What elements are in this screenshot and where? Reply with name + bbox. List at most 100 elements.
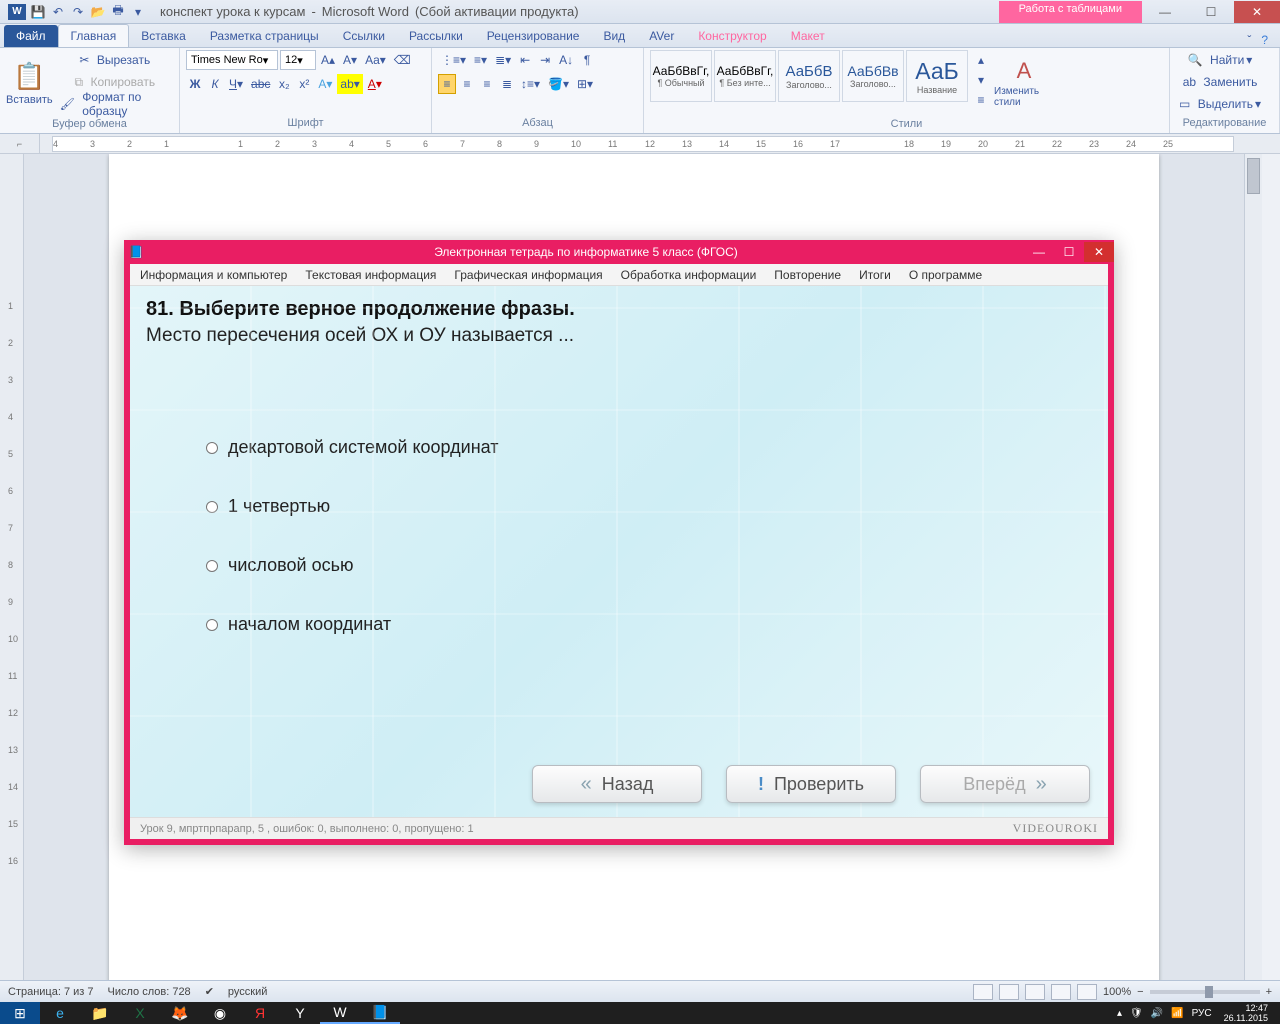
back-button[interactable]: «Назад — [532, 765, 702, 803]
undo-icon[interactable]: ↶ — [50, 4, 66, 20]
quiz-task-icon[interactable]: 📘 — [360, 1002, 400, 1024]
align-center-icon[interactable]: ≡ — [458, 74, 476, 94]
radio-input[interactable] — [206, 619, 218, 631]
tray-clock[interactable]: 12:47 26.11.2015 — [1220, 1002, 1272, 1024]
align-left-icon[interactable]: ≡ — [438, 74, 456, 94]
radio-input[interactable] — [206, 442, 218, 454]
ribbon-minimize-icon[interactable]: ˇ — [1247, 33, 1251, 47]
superscript-icon[interactable]: x² — [295, 74, 313, 94]
line-spacing-icon[interactable]: ↕≡▾ — [518, 74, 543, 94]
styles-gallery[interactable]: АаБбВвГг,¶ ОбычныйАаБбВвГг,¶ Без инте...… — [650, 50, 968, 102]
answer-option[interactable]: началом координат — [206, 614, 1092, 635]
subscript-icon[interactable]: x₂ — [275, 74, 293, 94]
tab-table-layout[interactable]: Макет — [779, 25, 837, 47]
tab-table-design[interactable]: Конструктор — [686, 25, 778, 47]
cut-button[interactable]: ✂ Вырезать — [57, 50, 173, 70]
decrease-indent-icon[interactable]: ⇤ — [516, 50, 534, 70]
tray-volume-icon[interactable]: 📶 — [1171, 1008, 1183, 1019]
zoom-slider[interactable] — [1150, 990, 1260, 994]
view-print-icon[interactable] — [973, 984, 993, 1000]
font-color-icon[interactable]: A▾ — [365, 74, 385, 94]
quiz-menu-item[interactable]: Текстовая информация — [305, 268, 436, 282]
tab-file[interactable]: Файл — [4, 25, 58, 47]
status-page[interactable]: Страница: 7 из 7 — [8, 986, 94, 998]
change-case-icon[interactable]: Aa▾ — [362, 50, 389, 70]
style-item[interactable]: АаБбВвГг,¶ Обычный — [650, 50, 712, 102]
yandex-icon[interactable]: Я — [240, 1002, 280, 1024]
find-button[interactable]: 🔍 Найти ▾ — [1176, 50, 1264, 70]
zoom-handle[interactable] — [1205, 986, 1213, 998]
tray-up-icon[interactable]: ▴ — [1117, 1008, 1122, 1019]
show-marks-icon[interactable]: ¶ — [578, 50, 596, 70]
explorer-icon[interactable]: 📁 — [80, 1002, 120, 1024]
quiz-titlebar[interactable]: 📘 Электронная тетрадь по информатике 5 к… — [124, 240, 1114, 264]
scrollbar-thumb[interactable] — [1247, 158, 1260, 194]
quiz-maximize-button[interactable]: ☐ — [1054, 242, 1084, 262]
styles-up-icon[interactable]: ▴ — [972, 50, 990, 70]
minimize-button[interactable]: — — [1142, 1, 1188, 23]
view-draft-icon[interactable] — [1077, 984, 1097, 1000]
ie-icon[interactable]: e — [40, 1002, 80, 1024]
forward-button[interactable]: Вперёд» — [920, 765, 1090, 803]
view-outline-icon[interactable] — [1051, 984, 1071, 1000]
bold-icon[interactable]: Ж — [186, 74, 204, 94]
qat-menu-icon[interactable]: ▾ — [130, 4, 146, 20]
tab-aver[interactable]: AVer — [637, 25, 686, 47]
tray-lang[interactable]: РУС — [1192, 1008, 1212, 1019]
vertical-scrollbar[interactable] — [1244, 154, 1262, 980]
status-proof-icon[interactable]: ✔ — [205, 985, 214, 998]
quiz-menu-item[interactable]: Информация и компьютер — [140, 268, 287, 282]
tab-references[interactable]: Ссылки — [331, 25, 397, 47]
quiz-menu-item[interactable]: Итоги — [859, 268, 891, 282]
answer-option[interactable]: декартовой системой координат — [206, 437, 1092, 458]
save-icon[interactable]: 💾 — [30, 4, 46, 20]
radio-input[interactable] — [206, 560, 218, 572]
shrink-font-icon[interactable]: A▾ — [340, 50, 360, 70]
shading-icon[interactable]: 🪣▾ — [545, 74, 572, 94]
answer-option[interactable]: 1 четвертью — [206, 496, 1092, 517]
vertical-ruler[interactable]: 12345678910111213141516 — [0, 154, 24, 980]
view-read-icon[interactable] — [999, 984, 1019, 1000]
zoom-in-icon[interactable]: + — [1266, 986, 1272, 998]
print-icon[interactable]: 🖶 — [110, 4, 126, 20]
zoom-out-icon[interactable]: − — [1137, 986, 1143, 998]
paste-button[interactable]: 📋 Вставить — [6, 50, 53, 116]
align-right-icon[interactable]: ≡ — [478, 74, 496, 94]
styles-down-icon[interactable]: ▾ — [972, 70, 990, 90]
underline-icon[interactable]: Ч▾ — [226, 74, 246, 94]
strike-icon[interactable]: abc — [248, 74, 273, 94]
numbering-icon[interactable]: ≡▾ — [471, 50, 490, 70]
tab-review[interactable]: Рецензирование — [475, 25, 592, 47]
open-icon[interactable]: 📂 — [90, 4, 106, 20]
chrome-icon[interactable]: ◉ — [200, 1002, 240, 1024]
check-button[interactable]: !Проверить — [726, 765, 896, 803]
justify-icon[interactable]: ≣ — [498, 74, 516, 94]
style-item[interactable]: АаБбВвЗаголово... — [842, 50, 904, 102]
tab-mailings[interactable]: Рассылки — [397, 25, 475, 47]
tray-security-icon[interactable]: 🛡 — [1130, 1008, 1143, 1019]
quiz-menu-item[interactable]: Повторение — [774, 268, 841, 282]
multilevel-icon[interactable]: ≣▾ — [492, 50, 514, 70]
style-item[interactable]: АаБбВЗаголово... — [778, 50, 840, 102]
close-button[interactable]: ✕ — [1234, 1, 1280, 23]
font-size-combo[interactable]: 12 ▾ — [280, 50, 316, 70]
help-icon[interactable]: ? — [1261, 33, 1268, 47]
grow-font-icon[interactable]: A▴ — [318, 50, 338, 70]
word-task-icon[interactable]: W — [320, 1002, 360, 1024]
quiz-menu-item[interactable]: О программе — [909, 268, 982, 282]
clear-format-icon[interactable]: ⌫ — [391, 50, 414, 70]
maximize-button[interactable]: ☐ — [1188, 1, 1234, 23]
style-item[interactable]: АаБбВвГг,¶ Без инте... — [714, 50, 776, 102]
font-name-combo[interactable]: Times New Ro ▾ — [186, 50, 278, 70]
excel-icon[interactable]: X — [120, 1002, 160, 1024]
tab-insert[interactable]: Вставка — [129, 25, 198, 47]
select-button[interactable]: ▭ Выделить ▾ — [1176, 94, 1264, 114]
tab-page-layout[interactable]: Разметка страницы — [198, 25, 331, 47]
tab-home[interactable]: Главная — [58, 24, 130, 47]
replace-button[interactable]: ab Заменить — [1176, 72, 1264, 92]
status-language[interactable]: русский — [228, 986, 267, 998]
quiz-close-button[interactable]: ✕ — [1084, 242, 1114, 262]
status-words[interactable]: Число слов: 728 — [108, 986, 191, 998]
answer-option[interactable]: числовой осью — [206, 555, 1092, 576]
borders-icon[interactable]: ⊞▾ — [574, 74, 596, 94]
